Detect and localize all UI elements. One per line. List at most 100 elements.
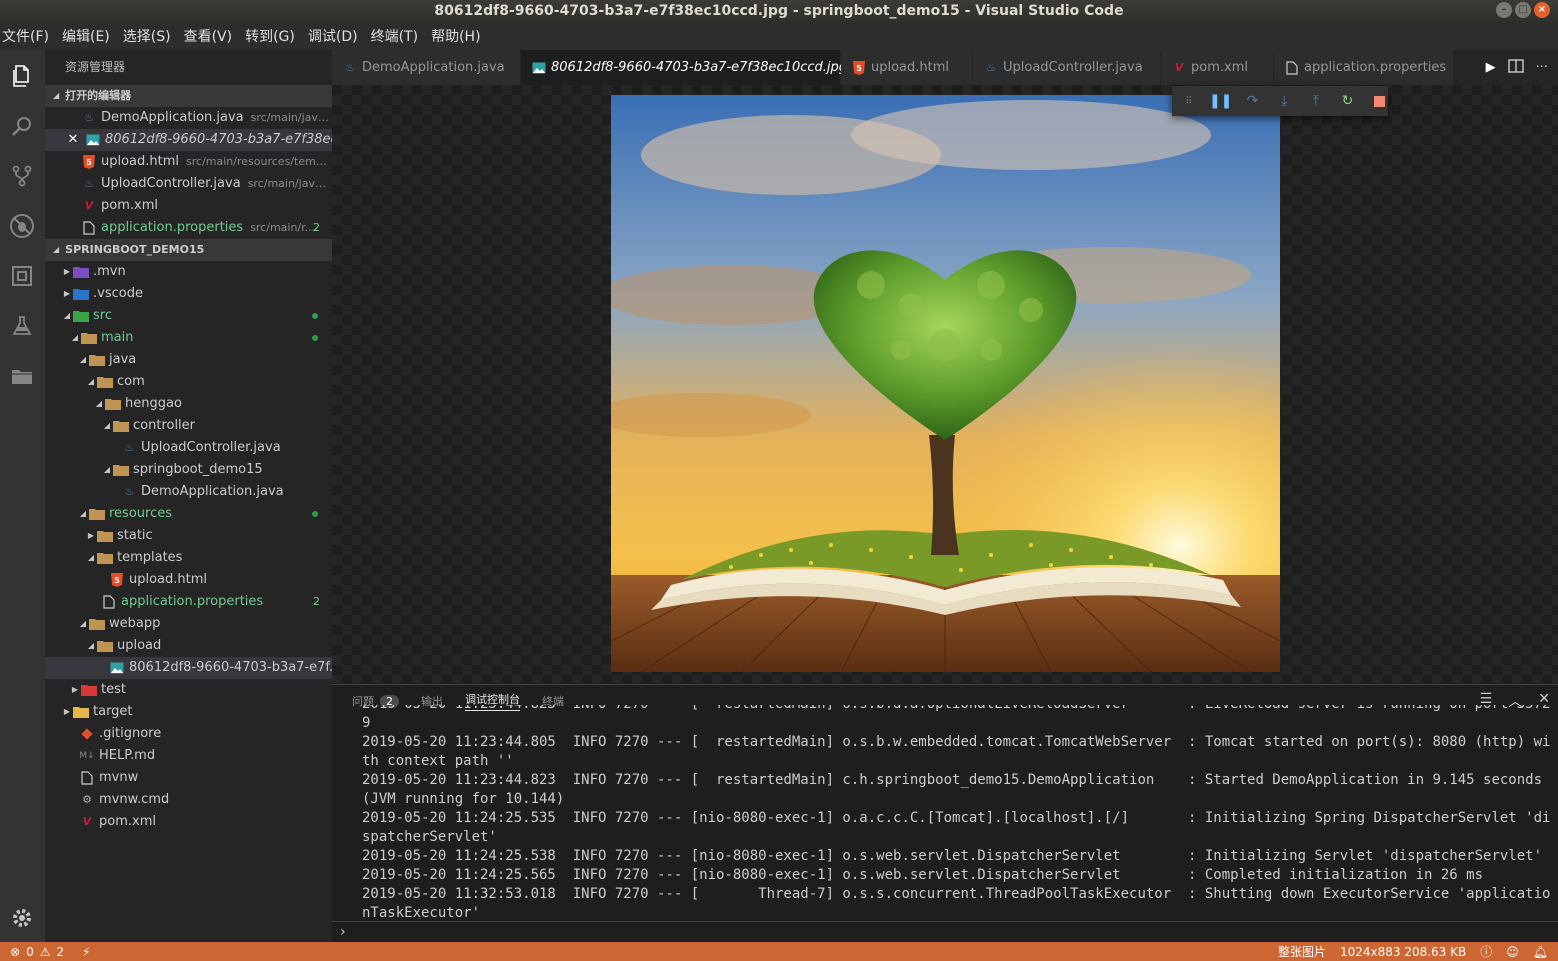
tab-application-properties[interactable]: application.properties	[1274, 50, 1454, 85]
tree-item[interactable]: .gitignore	[45, 723, 332, 745]
tree-item[interactable]: ◢ controller	[45, 415, 332, 437]
more-actions-icon[interactable]: ···	[1536, 60, 1548, 75]
close-icon[interactable]: ×	[1534, 2, 1550, 18]
minimize-icon[interactable]: –	[1496, 2, 1512, 18]
tree-label: controller	[133, 418, 196, 433]
open-editor-item[interactable]: application.properties src/main/r... 2	[45, 217, 332, 239]
menu-terminal[interactable]: 终端(T)	[371, 26, 418, 46]
error-count[interactable]: 0	[26, 945, 34, 959]
problem-count-badge: 2	[313, 595, 320, 608]
tree-item-selected[interactable]: 80612df8-9660-4703-b3a7-e7f...	[45, 657, 332, 679]
open-editor-label: DemoApplication.java	[101, 110, 244, 125]
menu-go[interactable]: 转到(G)	[245, 26, 295, 46]
console-input[interactable]: ›	[340, 924, 346, 940]
tree-item[interactable]: ▶ static	[45, 525, 332, 547]
step-out-icon[interactable]: ⤒	[1307, 92, 1325, 110]
tree-item[interactable]: ◢ resources	[45, 503, 332, 525]
tab-image[interactable]: 80612df8-9660-4703-b3a7-e7f38ec10ccd.jpg…	[521, 50, 866, 85]
tree-item[interactable]: mvnw	[45, 767, 332, 789]
html5-icon: 5	[109, 572, 125, 588]
tree-item[interactable]: ◢ templates	[45, 547, 332, 569]
git-icon	[79, 726, 95, 742]
tree-item[interactable]: ◢ webapp	[45, 613, 332, 635]
source-control-icon[interactable]	[6, 160, 38, 192]
java-file-icon: ♨	[84, 111, 94, 124]
maximize-icon[interactable]: □	[1515, 2, 1531, 18]
menu-file[interactable]: 文件(F)	[2, 26, 49, 46]
folder-icon[interactable]	[6, 360, 38, 392]
image-preview[interactable]	[611, 95, 1280, 672]
tree-label: pom.xml	[99, 814, 156, 829]
svg-text:5: 5	[856, 64, 862, 73]
tree-item[interactable]: ◢ main	[45, 327, 332, 349]
tree-item[interactable]: M↓ HELP.md	[45, 745, 332, 767]
info-icon[interactable]: ⓘ	[1480, 943, 1492, 960]
feedback-smiley-icon[interactable]: ☺	[1506, 945, 1519, 959]
explorer-icon[interactable]	[6, 60, 38, 92]
project-header[interactable]: ◢ SPRINGBOOT_DEMO15	[45, 239, 332, 261]
lightning-icon[interactable]: ⚡	[82, 945, 90, 959]
open-editor-item[interactable]: ♨ UploadController.java src/main/java/c.…	[45, 173, 332, 195]
chevron-down-icon: ◢	[87, 377, 95, 386]
menu-view[interactable]: 查看(V)	[184, 26, 233, 46]
settings-gear-icon[interactable]	[6, 902, 38, 934]
debug-console-output[interactable]: 2019-05-20 11:23:44.823 INFO 7270 --- [ …	[362, 705, 1552, 923]
tree-label: src	[93, 308, 112, 323]
window-title: 80612df8-9660-4703-b3a7-e7f38ec10ccd.jpg…	[434, 3, 1124, 19]
tree-item[interactable]: ▶ .vscode	[45, 283, 332, 305]
menu-selection[interactable]: 选择(S)	[123, 26, 171, 46]
drag-handle-icon[interactable]: ⠿	[1180, 92, 1198, 110]
menu-edit[interactable]: 编辑(E)	[62, 26, 110, 46]
menu-debug[interactable]: 调试(D)	[308, 26, 358, 46]
extensions-icon[interactable]	[6, 260, 38, 292]
open-editor-item[interactable]: 5 upload.html src/main/resources/templ..…	[45, 151, 332, 173]
tree-label: test	[101, 682, 126, 697]
debug-icon[interactable]	[6, 210, 38, 242]
tree-item[interactable]: ⚙ mvnw.cmd	[45, 789, 332, 811]
step-over-icon[interactable]: ↷	[1244, 92, 1262, 110]
console-line: 2019-05-20 11:23:44.823 INFO 7270 --- [ …	[362, 705, 1552, 714]
tree-item[interactable]: ◢ src	[45, 305, 332, 327]
tree-item[interactable]: ▶ .mvn	[45, 261, 332, 283]
tab-pom-xml[interactable]: V pom.xml	[1161, 50, 1274, 85]
tab-upload-controller[interactable]: ♨ UploadController.java	[973, 50, 1161, 85]
open-editor-item[interactable]: V pom.xml	[45, 195, 332, 217]
run-icon[interactable]: ▶	[1486, 60, 1496, 75]
tree-item[interactable]: ◢ henggao	[45, 393, 332, 415]
tree-item[interactable]: 5 upload.html	[45, 569, 332, 591]
warning-icon[interactable]: ⚠	[40, 945, 51, 959]
test-flask-icon[interactable]	[6, 310, 38, 342]
image-zoom-mode[interactable]: 整张图片	[1278, 943, 1326, 960]
stop-icon[interactable]	[1370, 92, 1388, 110]
chevron-right-icon: ▶	[87, 531, 95, 540]
tree-item[interactable]: V pom.xml	[45, 811, 332, 833]
chevron-down-icon: ◢	[63, 311, 71, 320]
error-icon[interactable]: ⊗	[10, 945, 20, 959]
tree-item[interactable]: ♨ UploadController.java	[45, 437, 332, 459]
tree-item[interactable]: ◢ springboot_demo15	[45, 459, 332, 481]
tree-item[interactable]: ▶ target	[45, 701, 332, 723]
tree-label: target	[93, 704, 133, 719]
open-editor-item-active[interactable]: ✕ 80612df8-9660-4703-b3a7-e7f38ec1...	[45, 129, 332, 151]
tree-item[interactable]: ◢ java	[45, 349, 332, 371]
close-icon[interactable]: ✕	[65, 132, 81, 148]
tree-item[interactable]: application.properties 2	[45, 591, 332, 613]
step-into-icon[interactable]: ⤓	[1275, 92, 1293, 110]
tab-upload-html[interactable]: 5 upload.html	[841, 50, 973, 85]
open-editors-header[interactable]: ◢ 打开的编辑器	[45, 85, 332, 107]
editor-tabs: ♨ DemoApplication.java 80612df8-9660-470…	[332, 50, 1558, 85]
search-icon[interactable]	[6, 110, 38, 142]
pause-icon[interactable]: ❚❚	[1209, 92, 1232, 110]
split-editor-icon[interactable]	[1507, 58, 1524, 77]
restart-icon[interactable]: ↻	[1339, 92, 1357, 110]
notifications-bell-icon[interactable]: 🔔︎	[1533, 945, 1548, 959]
tab-demo-application[interactable]: ♨ DemoApplication.java	[332, 50, 521, 85]
tree-item[interactable]: ♨ DemoApplication.java	[45, 481, 332, 503]
open-editor-item[interactable]: ♨ DemoApplication.java src/main/java/c..…	[45, 107, 332, 129]
chevron-right-icon: ▶	[63, 267, 71, 276]
warning-count[interactable]: 2	[56, 945, 64, 959]
tree-item[interactable]: ◢ upload	[45, 635, 332, 657]
tree-item[interactable]: ▶ test	[45, 679, 332, 701]
menu-help[interactable]: 帮助(H)	[431, 26, 480, 46]
tree-item[interactable]: ◢ com	[45, 371, 332, 393]
